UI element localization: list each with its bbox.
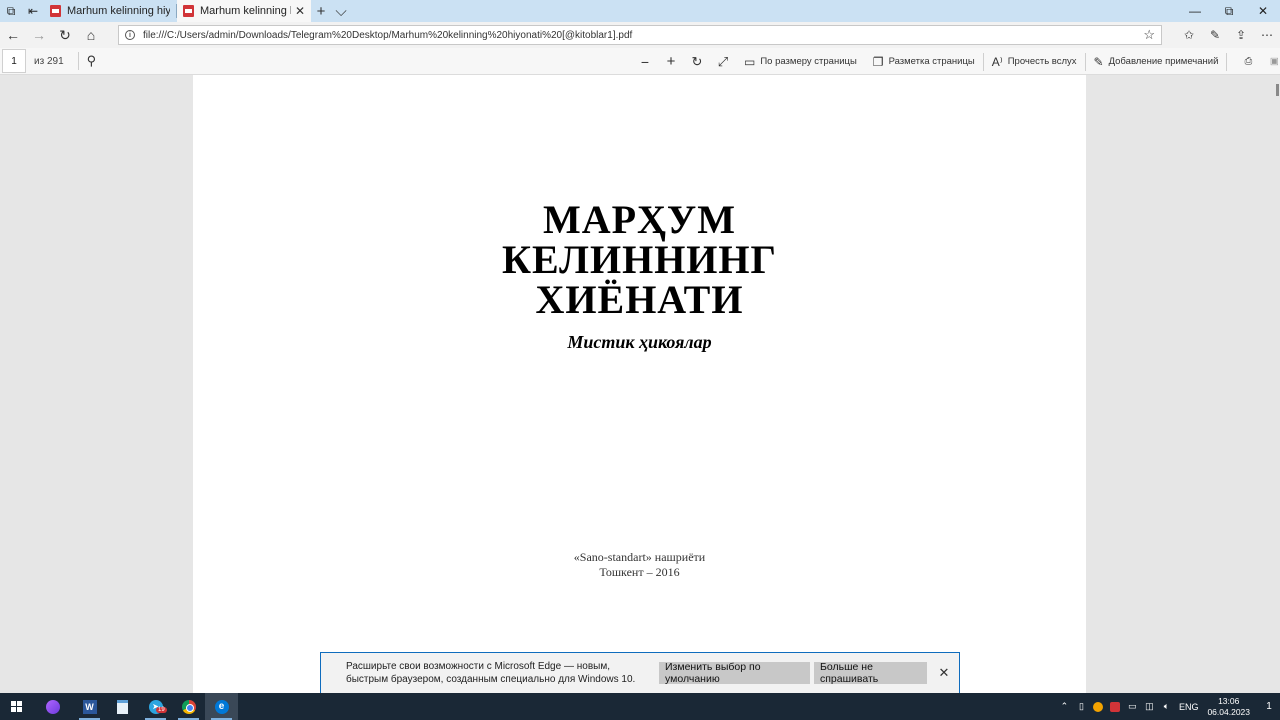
add-notes-button[interactable]: ✎ Добавление примечаний: [1094, 48, 1219, 75]
pdf-file-icon: [183, 5, 194, 17]
language-indicator[interactable]: ENG: [1179, 702, 1199, 712]
windows-icon: [10, 701, 22, 712]
notification-center-icon[interactable]: 1: [1258, 693, 1280, 720]
title-bar: ⧉ ⇤ Marhum kelinning hiyonati Marhum kel…: [0, 0, 1280, 22]
chrome-icon[interactable]: [172, 693, 205, 720]
network-icon[interactable]: ◫: [1141, 693, 1158, 720]
fit-page-label: По размеру страницы: [760, 56, 857, 67]
rotate-icon[interactable]: ↻: [684, 48, 710, 75]
page-layout-button[interactable]: ❐ Разметка страницы: [873, 48, 975, 75]
search-icon[interactable]: ⚲: [87, 48, 97, 75]
chevron-up-icon[interactable]: ⌃: [1056, 693, 1073, 720]
pdf-file-icon: [50, 5, 61, 17]
toolbar-divider: [1084, 52, 1086, 71]
app-tray-icon[interactable]: [1090, 693, 1107, 720]
pdf-viewer[interactable]: МАРҲУМ КЕЛИННИНГ ХИЁНАТИ Мистик ҳикоялар…: [0, 75, 1280, 693]
save-icon[interactable]: ▣: [1261, 48, 1280, 75]
book-title-line-1: МАРҲУМ: [542, 197, 737, 242]
city-year: Тошкент – 2016: [599, 565, 680, 579]
star-icon[interactable]: ☆: [1143, 27, 1155, 43]
page-layout-label: Разметка страницы: [888, 56, 975, 67]
minimize-button[interactable]: —: [1178, 0, 1212, 22]
navigation-bar: ← → ↻ ⌂ i file:///C:/Users/admin/Downloa…: [0, 22, 1280, 48]
restore-button[interactable]: ⧉: [1212, 0, 1246, 22]
toolbar-divider: [982, 52, 984, 71]
print-icon[interactable]: ⎙: [1235, 48, 1261, 75]
add-notes-label: Добавление примечаний: [1108, 56, 1219, 67]
tab-actions-icon[interactable]: ⧉: [0, 0, 22, 22]
tab-title: Marhum kelinning hiyonati: [67, 5, 170, 17]
home-button[interactable]: ⌂: [78, 22, 104, 48]
read-aloud-button[interactable]: A⁾ Прочесть вслух: [992, 48, 1077, 75]
system-tray: ⌃ ▯ ▭ ◫ 🔈︎ ENG 13:06 06.04.2023 1: [1056, 693, 1280, 720]
start-button[interactable]: [0, 693, 32, 720]
zoom-in-icon[interactable]: +: [658, 48, 684, 75]
tab-pdf-2[interactable]: Marhum kelinning hiyon ✕: [177, 0, 311, 22]
scrollbar[interactable]: [1276, 84, 1279, 96]
book-subtitle: Мистик ҳикоялар: [567, 332, 712, 352]
notification-text: Расширьте свои возможности с Microsoft E…: [346, 661, 636, 685]
fullscreen-icon[interactable]: ⤢: [710, 48, 736, 75]
edge-icon[interactable]: e: [205, 693, 238, 720]
volume-icon[interactable]: 🔈︎: [1158, 693, 1175, 720]
notification-count: 1: [1266, 701, 1272, 712]
toolbar-divider: [1226, 52, 1228, 71]
notepad-icon[interactable]: [106, 693, 139, 720]
tab-pdf-1[interactable]: Marhum kelinning hiyonati: [44, 0, 176, 22]
display-icon[interactable]: ▭: [1124, 693, 1141, 720]
pdf-toolbar: 1 из 291 ⚲ − + ↻ ⤢ ▭ По размеру страницы…: [0, 48, 1280, 75]
clock-time: 13:06: [1218, 695, 1240, 706]
favorites-icon[interactable]: ✩: [1176, 22, 1202, 48]
taskbar: W ➤ 19 e ⌃ ▯ ▭ ◫ 🔈︎ ENG 13:06 06.04.2023…: [0, 693, 1280, 720]
page-layout-icon: ❐: [872, 54, 884, 69]
refresh-button[interactable]: ↻: [52, 22, 78, 48]
book-title-line-2: КЕЛИННИНГ: [502, 237, 777, 282]
close-icon[interactable]: ✕: [295, 4, 305, 18]
page-total: из 291: [34, 55, 64, 67]
more-icon[interactable]: ⋯: [1254, 22, 1280, 48]
back-button[interactable]: ←: [0, 22, 26, 48]
share-icon[interactable]: ⇪: [1228, 22, 1254, 48]
clock[interactable]: 13:06 06.04.2023: [1207, 696, 1250, 718]
fit-page-button[interactable]: ▭ По размеру страницы: [744, 48, 857, 75]
publisher: «Sano-standart» нашриёти: [573, 550, 706, 564]
pen-icon: ✎: [1093, 54, 1104, 69]
dont-ask-again-button[interactable]: Больше не спрашивать: [814, 661, 927, 685]
zoom-out-icon[interactable]: −: [632, 48, 658, 75]
read-aloud-label: Прочесть вслух: [1007, 56, 1077, 67]
new-tab-button[interactable]: +: [311, 0, 331, 22]
address-bar[interactable]: i file:///C:/Users/admin/Downloads/Teleg…: [118, 25, 1162, 45]
alice-assistant-icon[interactable]: [36, 693, 69, 720]
toolbar-divider: [77, 52, 79, 70]
chevron-down-icon[interactable]: ⌵: [331, 0, 351, 22]
page-number-input[interactable]: 1: [2, 49, 26, 73]
close-icon[interactable]: ✕: [937, 665, 951, 681]
read-aloud-icon: A⁾: [991, 54, 1003, 69]
antivirus-icon[interactable]: [1107, 693, 1124, 720]
storage-icon[interactable]: ▯: [1073, 693, 1090, 720]
word-icon[interactable]: W: [73, 693, 106, 720]
change-default-button[interactable]: Изменить выбор по умолчанию: [659, 661, 810, 685]
fit-page-icon: ▭: [744, 54, 756, 69]
url-text[interactable]: file:///C:/Users/admin/Downloads/Telegra…: [143, 30, 1143, 41]
close-window-button[interactable]: ✕: [1246, 0, 1280, 22]
edge-notification: Расширьте свои возможности с Microsoft E…: [320, 652, 960, 693]
set-aside-tabs-icon[interactable]: ⇤: [22, 0, 44, 22]
book-title-line-3: ХИЁНАТИ: [535, 277, 744, 322]
pdf-page: МАРҲУМ КЕЛИННИНГ ХИЁНАТИ Мистик ҳикоялар…: [193, 75, 1086, 693]
clock-date: 06.04.2023: [1207, 706, 1250, 717]
telegram-icon[interactable]: ➤ 19: [139, 693, 172, 720]
info-icon[interactable]: i: [125, 30, 135, 40]
pen-icon[interactable]: ✎: [1202, 22, 1228, 48]
telegram-badge: 19: [156, 707, 167, 713]
forward-button[interactable]: →: [26, 22, 52, 48]
tab-title: Marhum kelinning hiyon: [200, 5, 291, 17]
